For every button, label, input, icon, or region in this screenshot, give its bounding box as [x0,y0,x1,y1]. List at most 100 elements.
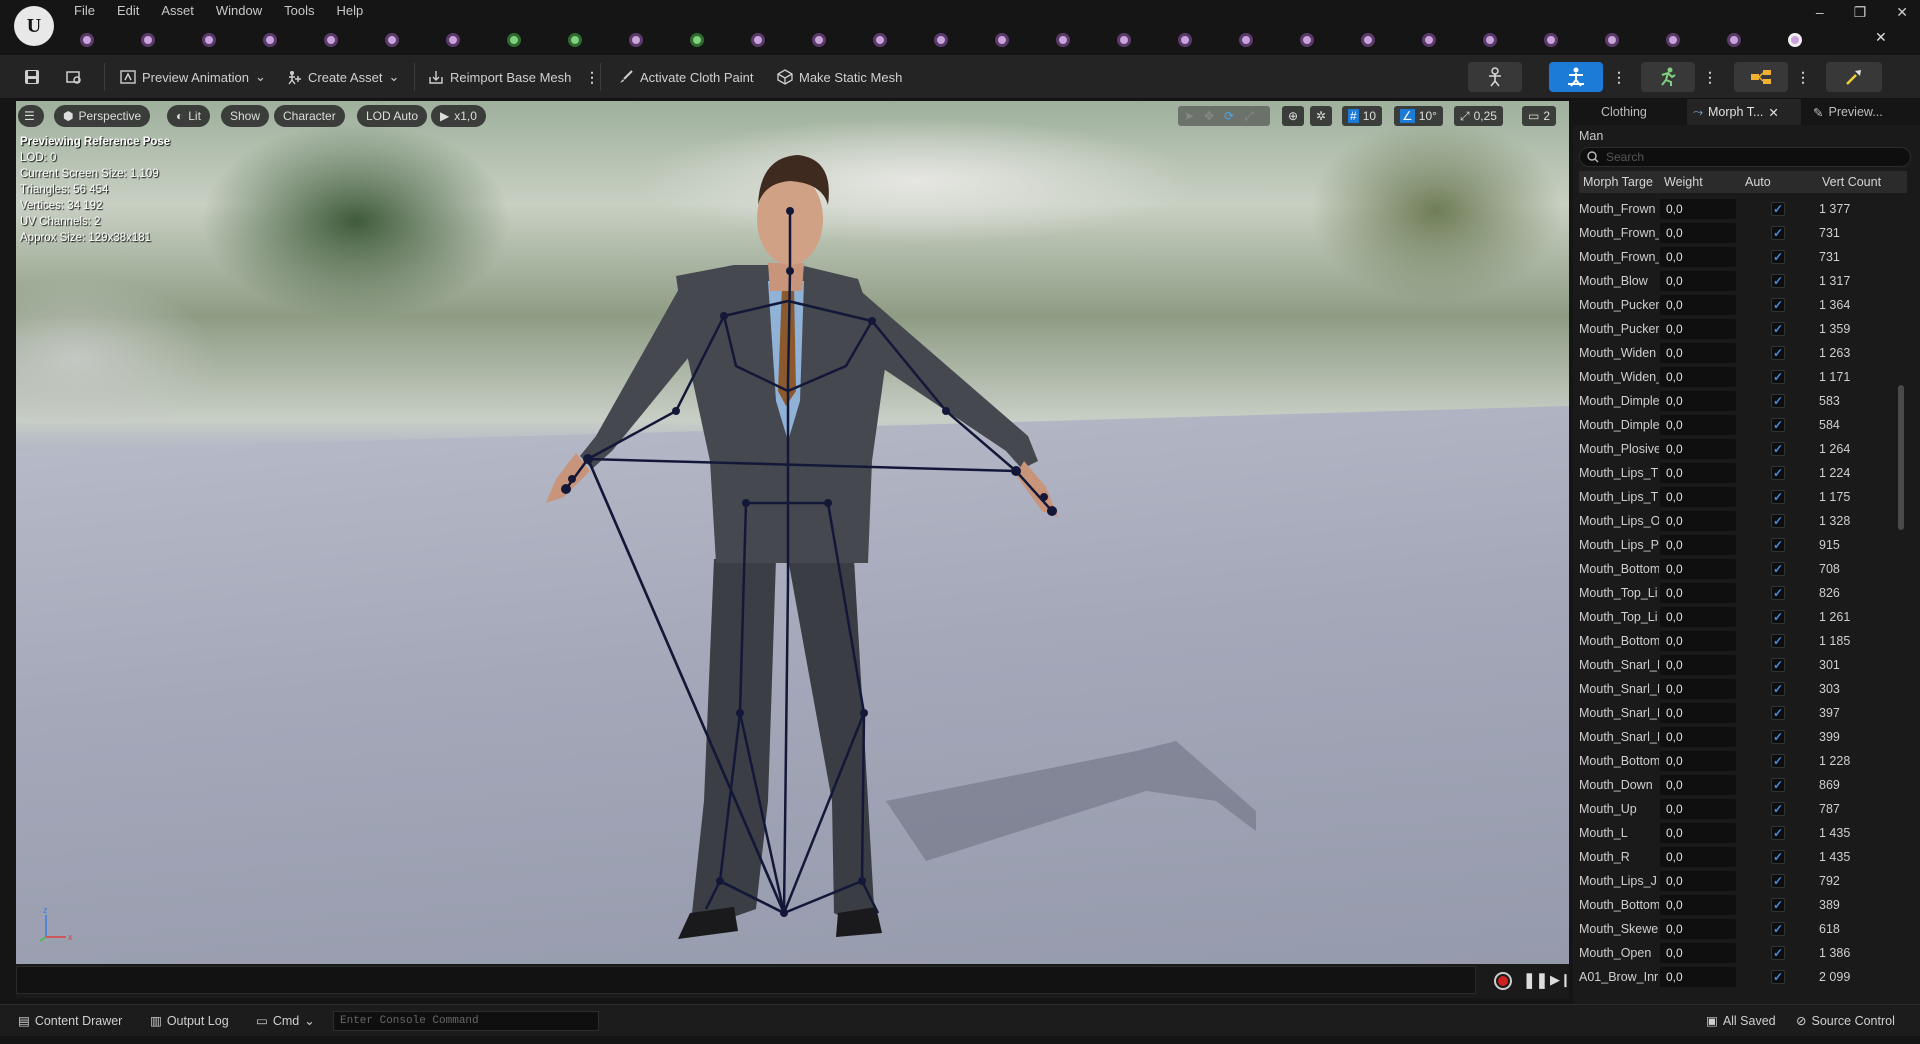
console-input[interactable]: Enter Console Command [333,1011,599,1031]
table-row[interactable]: Mouth_Dimple 0,0 ✓ 584 [1579,413,1907,437]
auto-checkbox[interactable]: ✓ [1771,634,1785,648]
mesh-mode-button[interactable] [1549,62,1603,92]
auto-checkbox[interactable]: ✓ [1771,346,1785,360]
auto-checkbox[interactable]: ✓ [1771,778,1785,792]
weight-field[interactable]: 0,0 [1660,751,1736,771]
table-row[interactable]: Mouth_Dimple 0,0 ✓ 583 [1579,389,1907,413]
column-auto[interactable]: Auto [1745,175,1771,189]
play-rate-button[interactable]: ▶ x1,0 [431,105,486,127]
tab-clothing[interactable]: Clothing [1595,99,1653,125]
asset-tab-icon[interactable] [1300,33,1314,47]
move-icon[interactable]: ✥ [1204,109,1214,123]
viewport[interactable]: ☰ ⬢ Perspective ◐ Lit Show Character LOD… [16,101,1569,964]
character-button[interactable]: Character [274,105,345,127]
weight-field[interactable]: 0,0 [1660,247,1736,267]
auto-checkbox[interactable]: ✓ [1771,970,1785,984]
asset-tab-icon[interactable] [1666,33,1680,47]
weight-field[interactable]: 0,0 [1660,487,1736,507]
asset-tab-icon[interactable] [995,33,1009,47]
weight-field[interactable]: 0,0 [1660,655,1736,675]
unreal-logo[interactable]: U [14,6,54,46]
table-row[interactable]: Mouth_Snarl_I 0,0 ✓ 301 [1579,653,1907,677]
table-row[interactable]: Mouth_Pucker 0,0 ✓ 1 359 [1579,317,1907,341]
menu-asset[interactable]: Asset [161,3,194,18]
more-options-icon[interactable]: ⋮ [1612,69,1626,86]
restore-button[interactable]: ❐ [1854,4,1867,21]
source-control-button[interactable]: ⊘ Source Control [1796,1013,1895,1029]
auto-checkbox[interactable]: ✓ [1771,538,1785,552]
scale-snap-button[interactable]: ⤢ 0,25 [1454,106,1503,126]
close-icon[interactable]: ✕ [1768,105,1778,120]
asset-tab-icon[interactable] [1727,33,1741,47]
save-button[interactable] [24,66,40,88]
weight-field[interactable]: 0,0 [1660,631,1736,651]
activate-cloth-paint-button[interactable]: Activate Cloth Paint [618,66,753,88]
auto-checkbox[interactable]: ✓ [1771,922,1785,936]
auto-checkbox[interactable]: ✓ [1771,274,1785,288]
weight-field[interactable]: 0,0 [1660,511,1736,531]
weight-field[interactable]: 0,0 [1660,727,1736,747]
weight-field[interactable]: 0,0 [1660,607,1736,627]
cmd-button[interactable]: ▭ Cmd ⌄ [256,1013,315,1029]
asset-tab-icon[interactable] [690,33,704,47]
auto-checkbox[interactable]: ✓ [1771,226,1785,240]
asset-tab-icon[interactable] [568,33,582,47]
table-row[interactable]: Mouth_Frown 0,0 ✓ 1 377 [1579,197,1907,221]
asset-tab-icon[interactable] [324,33,338,47]
table-row[interactable]: Mouth_Bottom 0,0 ✓ 1 228 [1579,749,1907,773]
auto-checkbox[interactable]: ✓ [1771,442,1785,456]
table-row[interactable]: Mouth_R 0,0 ✓ 1 435 [1579,845,1907,869]
rotate-icon[interactable]: ⟳ [1224,109,1234,123]
table-row[interactable]: Mouth_Plosive 0,0 ✓ 1 264 [1579,437,1907,461]
table-row[interactable]: Mouth_Pucker 0,0 ✓ 1 364 [1579,293,1907,317]
scale-icon[interactable]: ⤢ [1244,109,1254,124]
viewport-menu-button[interactable]: ☰ [18,105,44,127]
weight-field[interactable]: 0,0 [1660,895,1736,915]
create-asset-button[interactable]: Create Asset ⌄ [286,66,399,88]
menu-tools[interactable]: Tools [284,3,314,18]
reimport-base-mesh-button[interactable]: Reimport Base Mesh [428,66,571,88]
asset-tab-icon[interactable] [507,33,521,47]
asset-tab-icon[interactable] [263,33,277,47]
table-row[interactable]: Mouth_Snarl_I 0,0 ✓ 303 [1579,677,1907,701]
auto-checkbox[interactable]: ✓ [1771,874,1785,888]
panel-scrollbar[interactable] [1898,385,1904,530]
surface-snap-button[interactable]: ✲ [1310,106,1333,126]
menu-file[interactable]: File [74,3,95,18]
table-row[interactable]: Mouth_Open 0,0 ✓ 1 386 [1579,941,1907,965]
table-row[interactable]: Mouth_L 0,0 ✓ 1 435 [1579,821,1907,845]
table-row[interactable]: Mouth_Lips_T 0,0 ✓ 1 224 [1579,461,1907,485]
lit-button[interactable]: ◐ Lit [167,105,210,127]
tab-close-icon[interactable]: ✕ [1875,29,1887,46]
weight-field[interactable]: 0,0 [1660,871,1736,891]
blueprint-mode-button[interactable] [1734,62,1788,92]
browse-button[interactable] [66,66,82,88]
table-row[interactable]: Mouth_Widen 0,0 ✓ 1 263 [1579,341,1907,365]
auto-checkbox[interactable]: ✓ [1771,802,1785,816]
weight-field[interactable]: 0,0 [1660,319,1736,339]
weight-field[interactable]: 0,0 [1660,391,1736,411]
asset-tab-icon[interactable] [873,33,887,47]
table-row[interactable]: Mouth_Lips_O 0,0 ✓ 1 328 [1579,509,1907,533]
output-log-button[interactable]: ▥ Output Log [150,1013,229,1029]
weight-field[interactable]: 0,0 [1660,943,1736,963]
table-row[interactable]: Mouth_Down 0,0 ✓ 869 [1579,773,1907,797]
auto-checkbox[interactable]: ✓ [1771,370,1785,384]
weight-field[interactable]: 0,0 [1660,823,1736,843]
auto-checkbox[interactable]: ✓ [1771,658,1785,672]
weight-field[interactable]: 0,0 [1660,919,1736,939]
perspective-button[interactable]: ⬢ Perspective [54,105,151,127]
timeline-track[interactable] [16,966,1476,994]
asset-tab-icon[interactable] [1544,33,1558,47]
close-button[interactable]: ✕ [1896,4,1908,21]
auto-checkbox[interactable]: ✓ [1771,514,1785,528]
record-button[interactable] [1494,972,1512,990]
table-row[interactable]: Mouth_Lips_P 0,0 ✓ 915 [1579,533,1907,557]
auto-checkbox[interactable]: ✓ [1771,586,1785,600]
search-input[interactable]: Search [1579,147,1911,167]
asset-tab-icon[interactable] [812,33,826,47]
asset-tab-icon[interactable] [385,33,399,47]
column-vert-count[interactable]: Vert Count [1822,175,1881,189]
asset-tab-icon[interactable] [1178,33,1192,47]
auto-checkbox[interactable]: ✓ [1771,394,1785,408]
